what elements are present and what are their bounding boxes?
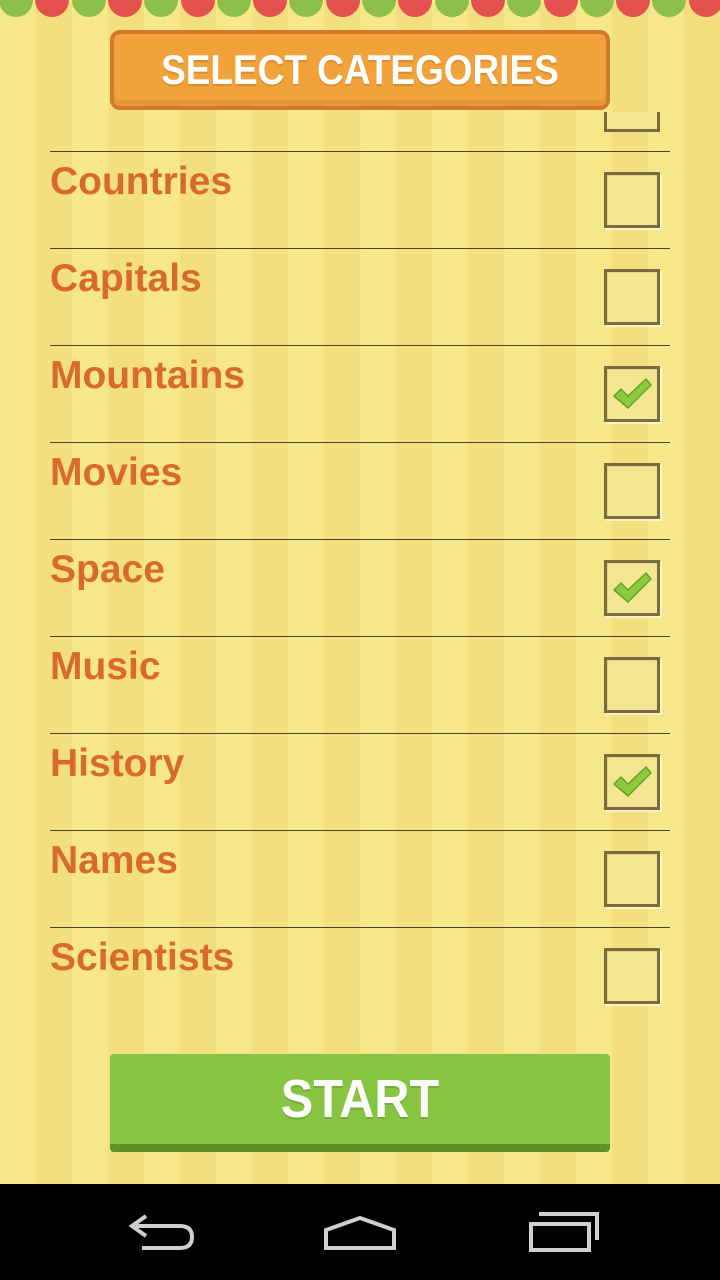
category-row[interactable]: Countries [50,151,670,248]
category-label: History [50,742,185,785]
scallop-decoration [543,0,578,17]
scallop-decoration [616,0,651,17]
category-row[interactable]: Capitals [50,248,670,345]
home-icon [324,1215,396,1250]
scallop-decoration [216,0,251,17]
scallop-decoration [180,0,215,17]
category-checkbox[interactable] [604,366,660,422]
partial-checkbox[interactable] [604,112,660,132]
checkmark-icon [613,378,652,409]
category-row[interactable]: Music [50,636,670,733]
start-button-label: START [280,1069,440,1129]
category-checkbox[interactable] [604,851,660,907]
scallop-decoration [0,0,33,17]
category-label: Space [50,548,165,591]
recent-apps-icon [529,1212,599,1252]
select-categories-header: SELECT CATEGORIES [110,30,610,110]
recent-apps-button[interactable] [524,1208,604,1256]
category-checkbox[interactable] [604,657,660,713]
start-button[interactable]: START [110,1054,610,1152]
category-checkbox[interactable] [604,269,660,325]
checkmark-icon [613,572,652,603]
category-row[interactable]: Scientists [50,927,670,1024]
system-navigation-bar [0,1184,720,1280]
back-button[interactable] [120,1208,200,1256]
category-row[interactable]: Movies [50,442,670,539]
category-label: Movies [50,451,183,494]
category-label: Music [50,645,161,688]
scallop-decoration [434,0,469,17]
category-label: Scientists [50,936,235,979]
category-row[interactable]: Mountains [50,345,670,442]
category-label: Names [50,839,178,882]
scallop-decoration [107,0,142,17]
scallop-decoration [289,0,324,17]
scallop-decoration [71,0,106,17]
category-row[interactable]: History [50,733,670,830]
home-button[interactable] [320,1208,400,1256]
category-label: Mountains [50,354,245,397]
scallop-decoration [507,0,542,17]
category-row[interactable]: Names [50,830,670,927]
scalloped-border [0,0,720,18]
scallop-decoration [325,0,360,17]
scallop-decoration [470,0,505,17]
scallop-decoration [398,0,433,17]
category-checkbox[interactable] [604,948,660,1004]
category-checkbox[interactable] [604,560,660,616]
category-list[interactable]: Countries Capitals Mountains Movies Space Mus… [50,112,670,1032]
category-checkbox[interactable] [604,754,660,810]
back-arrow-icon [128,1214,195,1250]
scallop-decoration [688,0,720,17]
header-title: SELECT CATEGORIES [161,46,559,93]
category-row[interactable]: Space [50,539,670,636]
category-label: Capitals [50,257,202,300]
scallop-decoration [579,0,614,17]
checkmark-icon [613,766,652,797]
scallop-decoration [35,0,70,17]
scallop-decoration [652,0,687,17]
category-label: Countries [50,160,233,203]
scallop-decoration [253,0,288,17]
category-checkbox[interactable] [604,463,660,519]
scallop-decoration [362,0,396,17]
category-checkbox[interactable] [604,172,660,228]
scallop-decoration [144,0,179,17]
